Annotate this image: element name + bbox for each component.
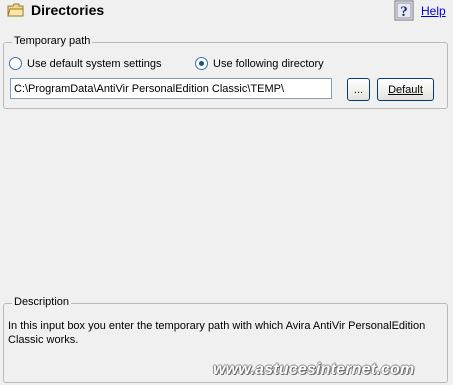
radio-default-label: Use default system settings [27, 57, 162, 70]
folder-icon [7, 3, 24, 17]
svg-text:?: ? [400, 4, 408, 20]
temporary-path-legend: Temporary path [12, 35, 93, 47]
default-button[interactable]: Default [377, 78, 434, 101]
temporary-path-input[interactable] [10, 78, 332, 99]
description-legend: Description [12, 296, 72, 308]
radio-following-indicator[interactable] [195, 57, 208, 70]
help-link[interactable]: Help [421, 4, 446, 18]
browse-button[interactable]: ... [347, 78, 370, 101]
radio-default-indicator[interactable] [9, 57, 22, 70]
radio-following-label: Use following directory [213, 57, 324, 70]
header-bar: Directories ? Help [0, 0, 453, 24]
radio-following-directory[interactable]: Use following directory [195, 57, 324, 70]
watermark-text: www.astucesinternet.com [213, 361, 415, 378]
temporary-path-group: Temporary path Use default system settin… [3, 35, 448, 109]
description-text: In this input box you enter the temporar… [8, 320, 426, 346]
help-question-icon[interactable]: ? [394, 0, 414, 21]
radio-default-system-settings[interactable]: Use default system settings [9, 57, 162, 70]
page-title: Directories [31, 2, 105, 18]
default-button-label: Default [388, 83, 423, 96]
